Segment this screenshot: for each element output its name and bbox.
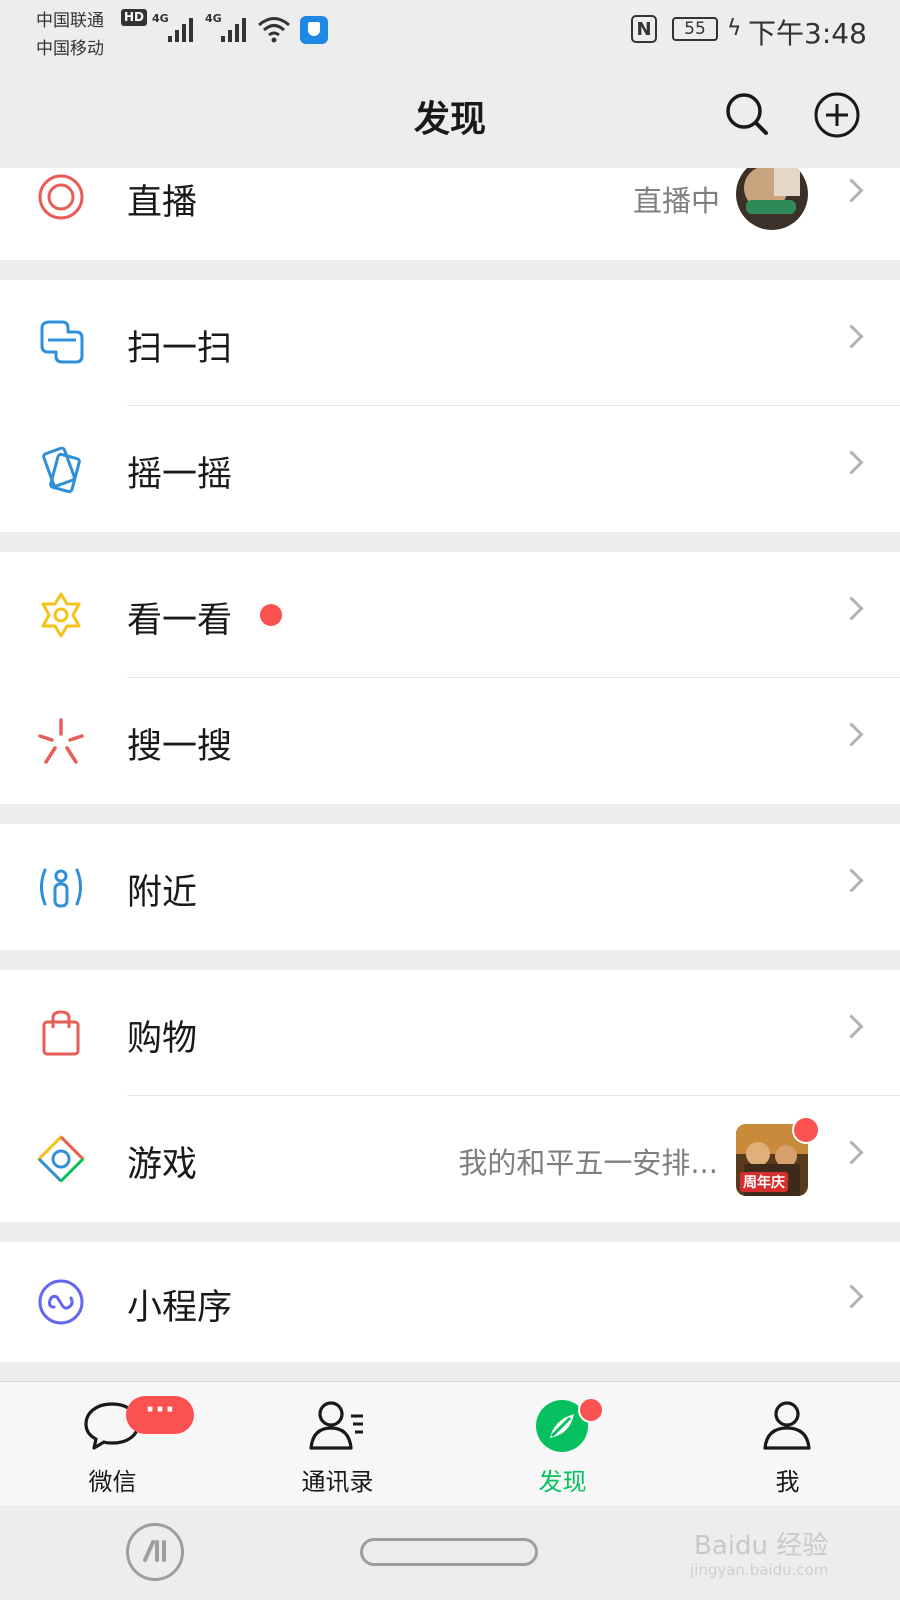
status-time: 下午3:48 (748, 17, 867, 50)
assistant-app-icon[interactable] (126, 1523, 184, 1581)
list-item-label: 小程序 (127, 1288, 233, 1328)
chevron-right-icon (839, 450, 864, 475)
battery-indicator: 55 (672, 17, 718, 41)
chevron-right-icon (839, 178, 864, 203)
section-live: 直播 直播中 (0, 168, 900, 260)
tab-chats[interactable]: ··· 微信 (0, 1382, 225, 1506)
list-item-label: 附近 (127, 873, 198, 913)
live-icon (38, 174, 84, 220)
chevron-right-icon (839, 1140, 864, 1165)
contacts-icon (309, 1401, 363, 1450)
charging-icon: ϟ (727, 16, 742, 41)
list-item-label: 购物 (127, 1019, 198, 1059)
list-item-nearby[interactable]: 附近 (0, 824, 900, 950)
status-bar: 中国联通 中国移动 HD 4G 4G N 55 ϟ 下午3:48 (0, 0, 900, 60)
new-badge-dot (792, 1116, 820, 1144)
live-status-text: 直播中 (632, 184, 720, 218)
add-circle-icon[interactable] (809, 87, 865, 143)
list-item-top-stories[interactable]: 看一看 (0, 552, 900, 678)
tab-label: 发现 (538, 1468, 587, 1496)
list-item-label: 扫一扫 (127, 329, 233, 369)
unread-badge: ··· (126, 1396, 194, 1434)
list-item-label: 直播 (127, 183, 198, 223)
list-item-shake[interactable]: 摇一摇 (0, 406, 900, 532)
search-icon[interactable] (720, 87, 776, 143)
carrier-1: 中国联通 (36, 11, 104, 31)
list-item-live[interactable]: 直播 直播中 (0, 168, 900, 260)
mini-program-icon (38, 1279, 84, 1325)
network-type-2: 4G (205, 12, 222, 25)
search-feature-icon (38, 718, 84, 764)
nearby-icon (40, 868, 82, 908)
chevron-right-icon (839, 1014, 864, 1039)
security-app-icon (300, 16, 328, 44)
system-nav-bar: Baidu 经验 jingyan.baidu.com (0, 1505, 900, 1600)
top-stories-icon (41, 592, 81, 638)
list-item-label: 看一看 (127, 601, 233, 641)
discover-badge-dot (578, 1397, 604, 1423)
watermark: Baidu 经验 (694, 1531, 829, 1561)
signal-2-icon (221, 14, 249, 42)
watermark-url: jingyan.baidu.com (690, 1561, 829, 1579)
tab-label: 我 (775, 1468, 800, 1496)
section-scan-shake: 扫一扫 摇一摇 (0, 280, 900, 532)
chevron-right-icon (839, 868, 864, 893)
chevron-right-icon (839, 1284, 864, 1309)
nfc-icon: N (631, 15, 657, 43)
game-promo-text: 我的和平五一安排... (458, 1146, 718, 1180)
chevron-right-icon (839, 596, 864, 621)
scan-icon (40, 320, 84, 364)
list-item-mini-programs[interactable]: 小程序 (0, 1242, 900, 1362)
home-gesture-bar[interactable] (360, 1538, 538, 1566)
tab-label: 通讯录 (301, 1468, 374, 1496)
game-thumbnail-label: 周年庆 (740, 1172, 788, 1192)
list-item-label: 游戏 (127, 1145, 198, 1185)
game-icon (37, 1135, 85, 1183)
bottom-tab-bar: ··· 微信 通讯录 发现 我 (0, 1381, 900, 1506)
tab-me[interactable]: 我 (675, 1382, 900, 1506)
chevron-right-icon (839, 722, 864, 747)
shake-icon (42, 446, 81, 494)
top-bar: 发现 (0, 60, 900, 168)
signal-1-icon (168, 14, 196, 42)
live-thumbnail (736, 168, 808, 230)
carrier-2: 中国移动 (36, 39, 104, 59)
me-icon (763, 1401, 811, 1450)
section-shop-games: 购物 游戏 我的和平五一安排... 周年庆 (0, 970, 900, 1222)
list-item-scan[interactable]: 扫一扫 (0, 280, 900, 406)
wifi-icon (258, 17, 290, 43)
section-look-search: 看一看 搜一搜 (0, 552, 900, 804)
list-item-shopping[interactable]: 购物 (0, 970, 900, 1096)
section-mini-programs: 小程序 (0, 1242, 900, 1362)
list-item-search[interactable]: 搜一搜 (0, 678, 900, 804)
list-item-label: 摇一摇 (127, 455, 233, 495)
chevron-right-icon (839, 324, 864, 349)
network-type-1: 4G (152, 12, 169, 25)
hd-badge: HD (121, 9, 148, 26)
tab-label: 微信 (88, 1468, 137, 1496)
tab-discover[interactable]: 发现 (450, 1382, 675, 1506)
list-item-label: 搜一搜 (127, 727, 233, 767)
section-nearby: 附近 (0, 824, 900, 950)
new-badge-dot (260, 604, 282, 626)
tab-contacts[interactable]: 通讯录 (225, 1382, 450, 1506)
list-item-games[interactable]: 游戏 我的和平五一安排... 周年庆 (0, 1096, 900, 1222)
shopping-bag-icon (42, 1010, 80, 1056)
